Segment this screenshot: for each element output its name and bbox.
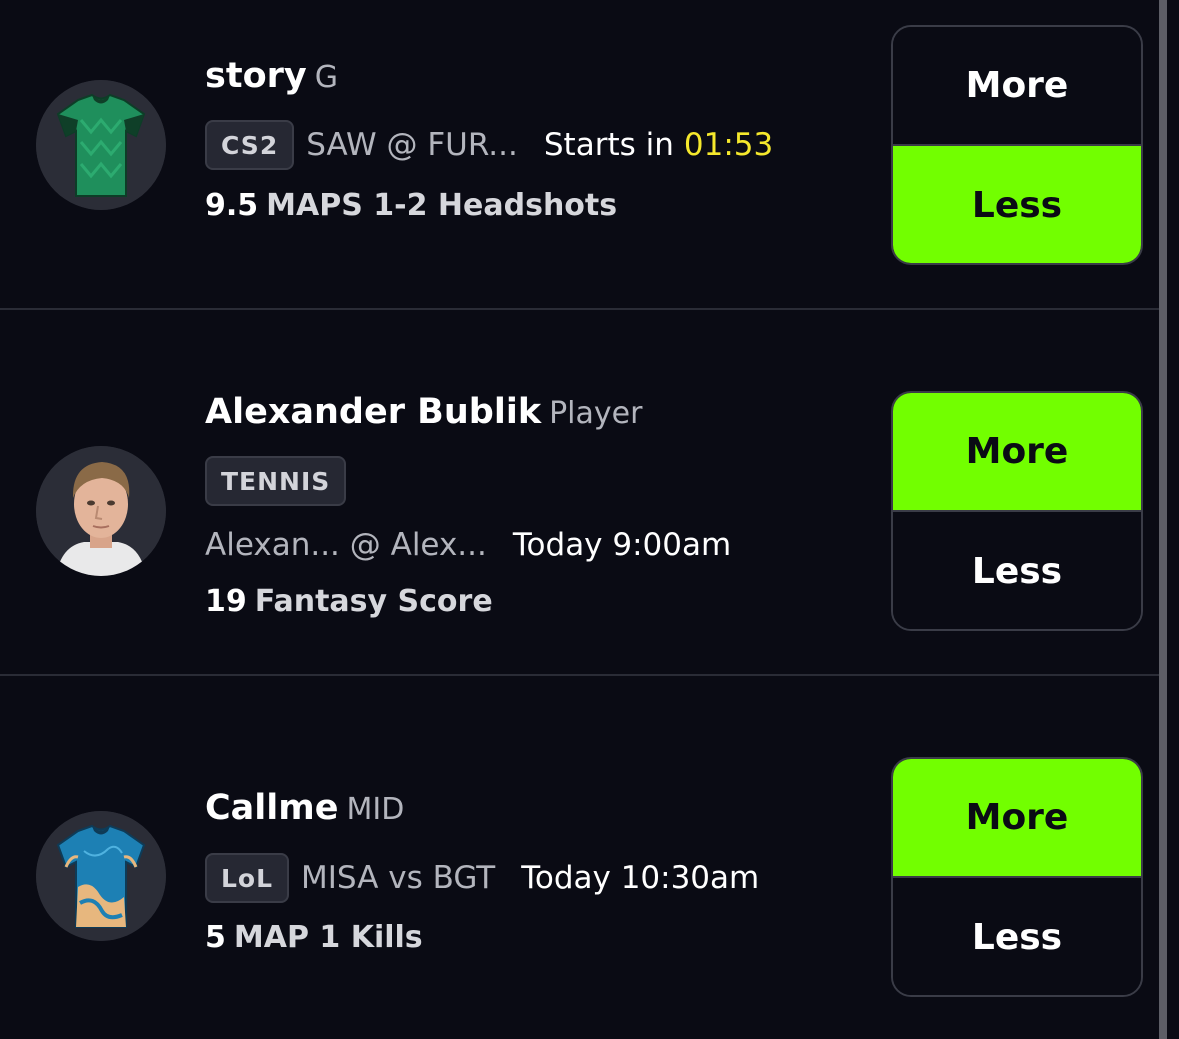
projection-line: 9.5 MAPS 1-2 Headshots (205, 188, 617, 223)
player-headshot-icon (36, 446, 166, 576)
matchup: SAW @ FUR... (306, 127, 518, 163)
projection-stat: MAPS 1-2 Headshots (266, 188, 618, 223)
more-less-toggle: More Less (891, 757, 1143, 997)
projection-value: 19 (205, 584, 247, 619)
pick-list-screen: story G CS2 SAW @ FUR... Starts in 01:53 … (0, 0, 1179, 1039)
matchup: Alexan... @ Alex... (205, 527, 487, 563)
player-name-line: Callme MID (205, 788, 404, 828)
start-label: Starts in (543, 127, 674, 163)
less-button[interactable]: Less (893, 512, 1141, 629)
start-countdown: 01:53 (683, 127, 774, 163)
league-badge: LoL (205, 853, 290, 903)
projection-value: 5 (205, 920, 226, 955)
green-jersey-icon (36, 80, 166, 210)
matchup: MISA vs BGT (301, 860, 496, 896)
start-label: Today 9:00am (512, 527, 732, 563)
projection-stat: MAP 1 Kills (233, 920, 423, 955)
game-meta: LoL MISA vs BGT Today 10:30am (205, 852, 759, 904)
pick-card-story[interactable]: story G CS2 SAW @ FUR... Starts in 01:53 … (0, 0, 1159, 308)
projection-stat: Fantasy Score (254, 584, 493, 619)
league-line: TENNIS (205, 455, 347, 507)
player-position: G (314, 60, 338, 95)
player-name-line: story G (205, 56, 338, 96)
player-name: story (205, 56, 307, 96)
more-button[interactable]: More (893, 27, 1141, 146)
more-button[interactable]: More (893, 759, 1141, 878)
player-name: Callme (205, 788, 339, 828)
pick-card-callme[interactable]: Callme MID LoL MISA vs BGT Today 10:30am … (0, 676, 1159, 1039)
blue-jersey-icon (36, 811, 166, 941)
pick-card-alexander-bublik[interactable]: Alexander Bublik Player TENNIS Alexan... … (0, 310, 1159, 674)
start-label: Today 10:30am (521, 860, 760, 896)
player-position: MID (346, 792, 405, 827)
more-button[interactable]: More (893, 393, 1141, 512)
player-name: Alexander Bublik (205, 392, 542, 432)
player-position: Player (549, 396, 643, 431)
league-badge: TENNIS (205, 456, 347, 506)
player-name-line: Alexander Bublik Player (205, 392, 642, 432)
scrollbar[interactable] (1159, 0, 1167, 1039)
more-less-toggle: More Less (891, 25, 1143, 265)
game-meta: Alexan... @ Alex... Today 9:00am (205, 519, 731, 571)
less-button[interactable]: Less (893, 878, 1141, 995)
less-button[interactable]: Less (893, 146, 1141, 263)
projection-line: 5 MAP 1 Kills (205, 920, 423, 955)
game-meta: CS2 SAW @ FUR... Starts in 01:53 (205, 119, 773, 171)
league-badge: CS2 (205, 120, 295, 170)
projection-line: 19 Fantasy Score (205, 584, 493, 619)
more-less-toggle: More Less (891, 391, 1143, 631)
projection-value: 9.5 (205, 188, 259, 223)
